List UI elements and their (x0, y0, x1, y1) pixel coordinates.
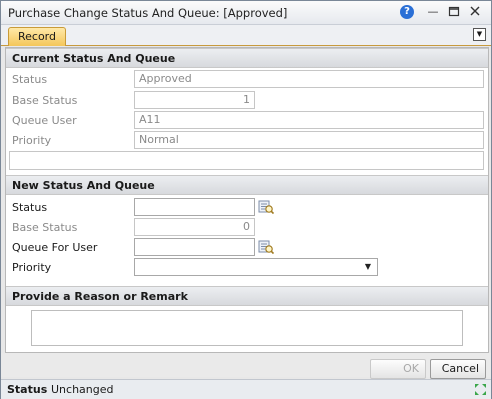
new-base-status-label: Base Status (12, 221, 78, 234)
tab-record[interactable]: Record (8, 27, 66, 46)
current-queue-user-label: Queue User (12, 114, 77, 127)
current-section-header: Current Status And Queue (6, 48, 488, 68)
new-section-header: New Status And Queue (6, 175, 488, 195)
statusbar-value: Unchanged (51, 383, 114, 396)
new-status-input[interactable] (134, 198, 255, 216)
dialog-window: Purchase Change Status And Queue: [Appro… (0, 0, 492, 399)
status-lookup-icon[interactable] (258, 199, 274, 215)
current-queue-user-field: A11 (134, 111, 484, 129)
help-icon[interactable]: ? (400, 5, 414, 19)
new-status-label: Status (12, 201, 48, 214)
reason-remark-textarea[interactable] (31, 310, 463, 346)
current-priority-field: Normal (134, 131, 484, 149)
current-base-status-field: 1 (134, 91, 255, 109)
maximize-icon[interactable] (447, 5, 461, 19)
minimize-icon[interactable]: — (426, 5, 440, 19)
close-icon[interactable] (468, 5, 482, 19)
new-priority-select[interactable]: ▼ (134, 258, 378, 276)
current-status-field: Approved (134, 70, 484, 88)
cancel-button[interactable]: Cancel (430, 359, 486, 379)
form-content: Current Status And Queue Status Approved… (5, 47, 489, 353)
new-queue-user-label: Queue For User (12, 241, 98, 254)
current-base-status-label: Base Status (12, 94, 78, 107)
new-base-status-field: 0 (134, 218, 255, 236)
status-bar: Status Unchanged (1, 379, 491, 399)
tab-menu-dropdown-icon[interactable]: ▼ (473, 28, 486, 41)
current-status-label: Status (12, 73, 48, 86)
current-priority-label: Priority (12, 134, 52, 147)
new-priority-label: Priority (12, 261, 52, 274)
current-spacer-box (9, 151, 484, 170)
queue-user-lookup-icon[interactable] (258, 239, 274, 255)
resize-grip-icon[interactable] (474, 383, 487, 396)
new-queue-user-input[interactable] (134, 238, 255, 256)
chevron-down-icon: ▼ (364, 262, 371, 271)
title-bar: Purchase Change Status And Queue: [Appro… (1, 1, 491, 25)
reason-section-header: Provide a Reason or Remark (6, 286, 488, 306)
tab-strip: Record ▼ (1, 25, 491, 46)
ok-button[interactable]: OK (370, 359, 426, 379)
statusbar-label: Status (7, 383, 48, 396)
window-title: Purchase Change Status And Queue: [Appro… (8, 6, 288, 20)
